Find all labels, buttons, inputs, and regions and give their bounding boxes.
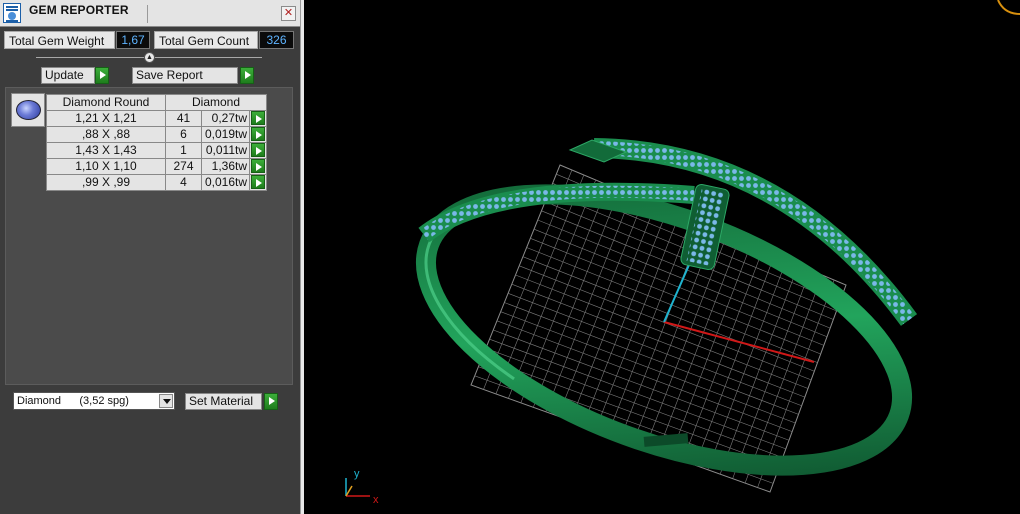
update-button[interactable]: Update bbox=[41, 67, 95, 84]
3d-viewport[interactable]: y x bbox=[304, 0, 1020, 514]
app-icon bbox=[3, 3, 21, 23]
corner-gizmo-arc bbox=[997, 0, 1020, 15]
row-count: 4 bbox=[165, 174, 202, 191]
viewport-scene: y x bbox=[345, 0, 1020, 506]
row-weight: 0,27tw bbox=[201, 110, 250, 127]
window-title: GEM REPORTER bbox=[29, 3, 129, 17]
grid-line bbox=[719, 264, 799, 475]
row-count: 41 bbox=[165, 110, 202, 127]
row-count: 6 bbox=[165, 126, 202, 143]
row-weight: 1,36tw bbox=[201, 158, 250, 175]
grid-line bbox=[744, 274, 823, 484]
table-row: 1,10 X 1,10 274 1,36tw bbox=[46, 158, 267, 175]
title-divider bbox=[147, 5, 148, 23]
grid-line bbox=[511, 283, 805, 398]
title-bar: GEM REPORTER ✕ bbox=[0, 0, 300, 27]
row-count: 1 bbox=[165, 142, 202, 159]
x-axis-line bbox=[663, 321, 815, 363]
total-gem-count-label: Total Gem Count bbox=[154, 31, 258, 49]
row-size: ,88 X ,88 bbox=[46, 126, 166, 143]
table-row: ,99 X ,99 4 0,016tw bbox=[46, 174, 267, 191]
row-weight: 0,016tw bbox=[201, 174, 250, 191]
table-header-row: Diamond Round Diamond bbox=[46, 94, 267, 111]
axis-orientation-gizmo: y x bbox=[345, 468, 379, 506]
row-size: 1,21 X 1,21 bbox=[46, 110, 166, 127]
gem-reporter-panel: GEM REPORTER ✕ Total Gem Weight 1,67 Tot… bbox=[0, 0, 300, 514]
y-axis-line bbox=[663, 264, 690, 323]
table-row: 1,21 X 1,21 41 0,27tw bbox=[46, 110, 267, 127]
panel-slider-handle[interactable]: ▲ bbox=[144, 52, 155, 63]
gizmo-x-label: x bbox=[373, 494, 379, 506]
update-arrow-icon[interactable] bbox=[95, 67, 109, 84]
row-size: ,99 X ,99 bbox=[46, 174, 166, 191]
row-select-arrow-icon[interactable] bbox=[251, 127, 265, 141]
total-gem-weight-value: 1,67 bbox=[116, 31, 150, 49]
row-select-arrow-icon[interactable] bbox=[251, 159, 265, 173]
grid-line bbox=[507, 293, 802, 407]
grid-line bbox=[732, 269, 811, 479]
close-icon[interactable]: ✕ bbox=[281, 6, 296, 21]
set-material-button[interactable]: Set Material bbox=[185, 393, 262, 410]
table-row: ,88 X ,88 6 0,019tw bbox=[46, 126, 267, 143]
total-gem-weight-label: Total Gem Weight bbox=[4, 31, 115, 49]
header-shape: Diamond Round bbox=[46, 94, 166, 111]
set-material-arrow-icon[interactable] bbox=[264, 393, 278, 410]
row-select-arrow-icon[interactable] bbox=[251, 143, 265, 157]
table-row: 1,43 X 1,43 1 0,011tw bbox=[46, 142, 267, 159]
header-material: Diamond bbox=[165, 94, 267, 111]
gem-table: Diamond Round Diamond 1,21 X 1,21 41 0,2… bbox=[46, 94, 267, 191]
gem-list-area: Diamond Round Diamond 1,21 X 1,21 41 0,2… bbox=[5, 87, 293, 385]
row-count: 274 bbox=[165, 158, 202, 175]
save-report-arrow-icon[interactable] bbox=[240, 67, 254, 84]
row-size: 1,10 X 1,10 bbox=[46, 158, 166, 175]
diamond-round-thumbnail[interactable] bbox=[11, 93, 45, 127]
material-selected-value: Diamond (3,52 spg) bbox=[17, 395, 129, 407]
material-dropdown[interactable]: Diamond (3,52 spg) bbox=[13, 392, 175, 410]
chevron-down-icon[interactable] bbox=[159, 394, 173, 408]
gizmo-y-label: y bbox=[354, 468, 360, 480]
row-weight: 0,011tw bbox=[201, 142, 250, 159]
grid-line bbox=[482, 357, 780, 467]
row-size: 1,43 X 1,43 bbox=[46, 142, 166, 159]
row-select-arrow-icon[interactable] bbox=[251, 111, 265, 125]
row-select-arrow-icon[interactable] bbox=[251, 175, 265, 189]
total-gem-count-value: 326 bbox=[259, 31, 294, 49]
grid-line bbox=[496, 320, 793, 432]
diamond-icon bbox=[16, 100, 41, 120]
row-weight: 0,019tw bbox=[201, 126, 250, 143]
save-report-button[interactable]: Save Report bbox=[132, 67, 238, 84]
